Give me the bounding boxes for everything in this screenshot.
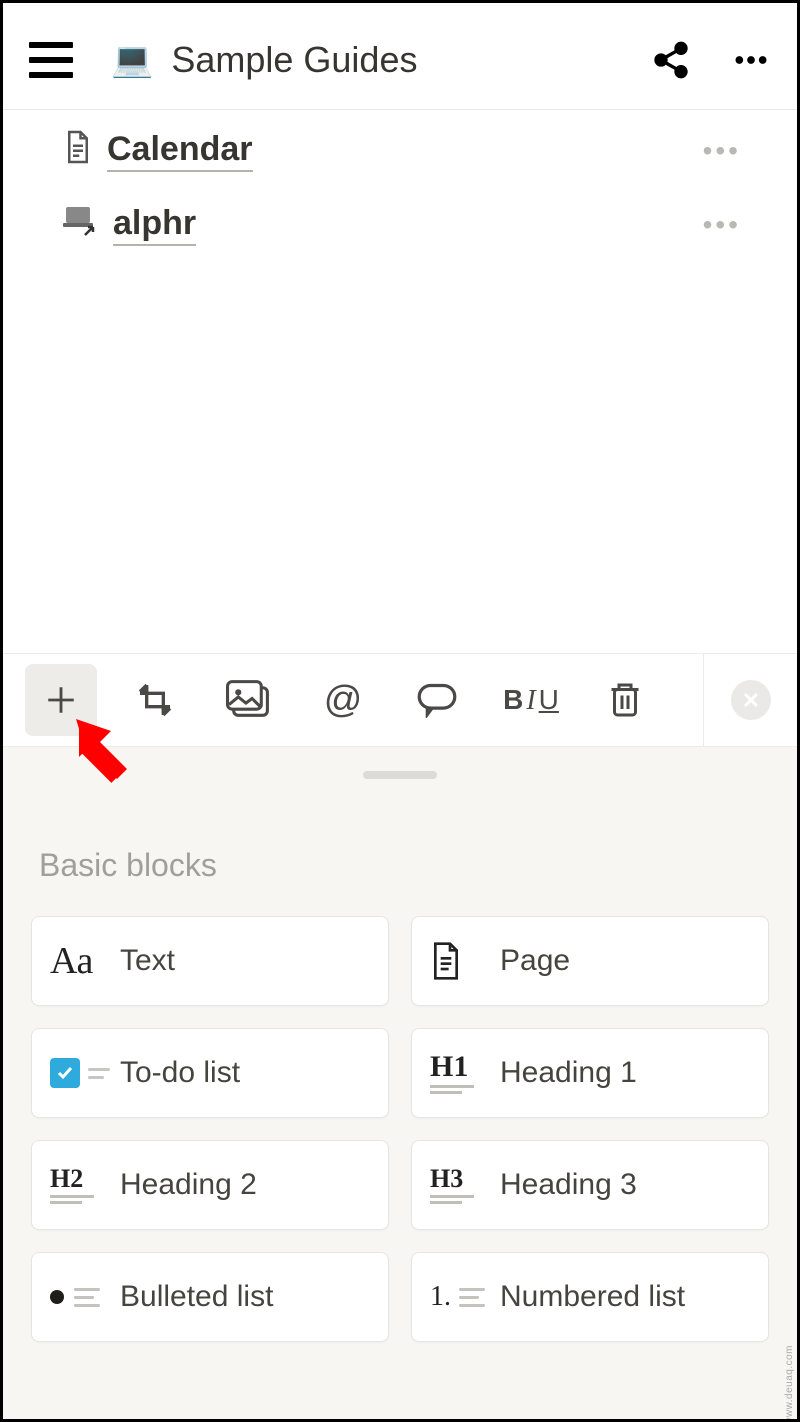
todo-icon <box>50 1058 120 1088</box>
number-icon: 1. <box>430 1281 500 1313</box>
mention-button[interactable]: @ <box>307 664 379 736</box>
block-page[interactable]: Page <box>411 916 769 1006</box>
watermark: www.deuaq.com <box>784 1345 795 1422</box>
page-icon <box>430 941 500 981</box>
h1-icon: H1 <box>430 1052 500 1094</box>
item-label: Calendar <box>107 130 253 171</box>
bullet-icon <box>50 1288 120 1307</box>
block-text[interactable]: Aa Text <box>31 916 389 1006</box>
delete-button[interactable] <box>589 664 661 736</box>
block-todo[interactable]: To-do list <box>31 1028 389 1118</box>
share-icon[interactable] <box>651 40 691 80</box>
item-label: alphr <box>113 204 196 245</box>
menu-icon[interactable] <box>29 42 73 78</box>
laptop-link-icon <box>63 205 99 245</box>
page-emoji-icon: 💻 <box>111 40 153 80</box>
block-label: Heading 2 <box>120 1168 257 1202</box>
more-icon[interactable] <box>731 40 771 80</box>
block-label: To-do list <box>120 1056 240 1090</box>
section-header: Basic blocks <box>39 847 797 884</box>
list-item[interactable]: alphr ••• <box>63 188 797 262</box>
h2-icon: H2 <box>50 1166 120 1204</box>
list-item[interactable]: Calendar ••• <box>63 114 797 188</box>
block-label: Text <box>120 944 175 978</box>
block-label: Page <box>500 944 570 978</box>
document-icon <box>63 129 93 173</box>
h3-icon: H3 <box>430 1166 500 1204</box>
annotation-arrow <box>71 717 141 802</box>
add-image-button[interactable] <box>213 664 285 736</box>
block-label: Bulleted list <box>120 1280 273 1314</box>
block-h3[interactable]: H3 Heading 3 <box>411 1140 769 1230</box>
header-bar: 💻 Sample Guides <box>3 3 797 110</box>
block-picker-sheet: Basic blocks Aa Text Page To-do list <box>3 747 797 1419</box>
block-label: Numbered list <box>500 1280 685 1314</box>
close-toolbar-button[interactable] <box>703 653 797 747</box>
item-more-icon[interactable]: ••• <box>703 135 741 167</box>
comment-button[interactable] <box>401 664 473 736</box>
sheet-drag-handle[interactable] <box>363 771 437 779</box>
block-bulleted[interactable]: Bulleted list <box>31 1252 389 1342</box>
page-content: Calendar ••• alphr ••• <box>3 110 797 262</box>
format-button[interactable]: BIU <box>495 664 567 736</box>
block-label: Heading 3 <box>500 1168 637 1202</box>
block-label: Heading 1 <box>500 1056 637 1090</box>
item-more-icon[interactable]: ••• <box>703 209 741 241</box>
text-icon: Aa <box>50 939 92 983</box>
block-h2[interactable]: H2 Heading 2 <box>31 1140 389 1230</box>
block-h1[interactable]: H1 Heading 1 <box>411 1028 769 1118</box>
block-numbered[interactable]: 1. Numbered list <box>411 1252 769 1342</box>
page-title: Sample Guides <box>171 39 651 81</box>
